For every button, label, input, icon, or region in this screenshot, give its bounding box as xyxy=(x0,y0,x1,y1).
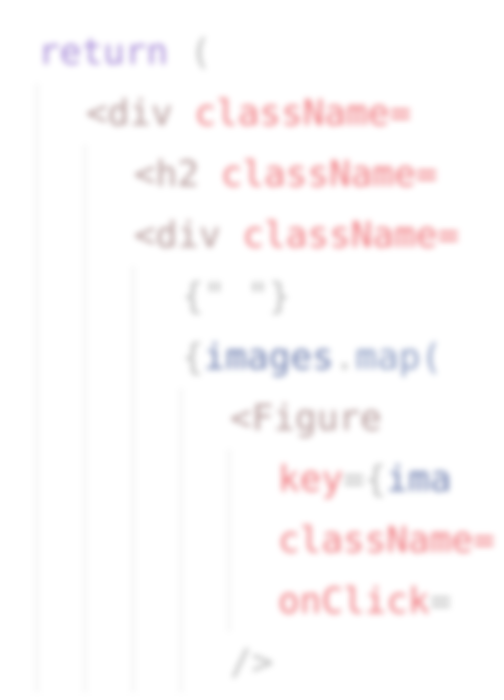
indent-guide xyxy=(36,266,38,327)
code-token-punct: = xyxy=(429,581,452,622)
indent-guide xyxy=(228,449,230,510)
code-line[interactable]: className= xyxy=(0,510,504,571)
indent-guide xyxy=(84,510,86,571)
indent-guide xyxy=(36,205,38,266)
code-token-attr: onClick xyxy=(278,581,430,622)
code-token-var: ima xyxy=(386,459,452,500)
code-token-attr: className= xyxy=(220,215,460,256)
code-line-content: className= xyxy=(278,510,495,571)
indent-guide xyxy=(132,510,134,571)
code-token-tag: <div xyxy=(134,215,221,256)
indent-guide xyxy=(132,571,134,632)
code-editor[interactable]: return (<div className= <h2 className= <di… xyxy=(0,0,504,700)
code-token-attr: key xyxy=(278,459,344,500)
indent-guide xyxy=(132,632,134,693)
code-line-content: {images.map( xyxy=(182,327,442,388)
indent-guide xyxy=(36,388,38,449)
code-lines: return (<div className= <h2 className= <di… xyxy=(0,22,504,693)
code-token-punct: ( xyxy=(168,32,212,73)
code-line-content: /> xyxy=(230,632,273,693)
code-line[interactable]: <div className= xyxy=(0,83,504,144)
indent-guide xyxy=(36,327,38,388)
indent-guide xyxy=(36,571,38,632)
code-token-attr: className= xyxy=(199,154,438,195)
code-token-punct: {" "} xyxy=(182,276,291,317)
code-line-content: key={ima xyxy=(278,449,451,510)
code-line[interactable]: {" "} xyxy=(0,266,504,327)
code-line-content: <Figure xyxy=(230,388,382,449)
code-line-content: <div className= xyxy=(134,205,459,266)
code-line-content: {" "} xyxy=(182,266,290,327)
code-line[interactable]: <Figure xyxy=(0,388,504,449)
indent-guide xyxy=(84,327,86,388)
code-line[interactable]: return ( xyxy=(0,22,504,83)
code-line-content: onClick= xyxy=(278,571,451,632)
code-line[interactable]: {images.map( xyxy=(0,327,504,388)
code-token-punct: . xyxy=(333,337,356,378)
indent-guide xyxy=(84,144,86,205)
code-line[interactable]: <div className= xyxy=(0,205,504,266)
indent-guide xyxy=(180,571,182,632)
code-token-attr: className= xyxy=(278,520,495,561)
indent-guide xyxy=(84,205,86,266)
indent-guide xyxy=(84,632,86,693)
code-line[interactable]: /> xyxy=(0,632,504,693)
indent-guide xyxy=(84,266,86,327)
indent-guide xyxy=(132,388,134,449)
code-token-tag: <h2 xyxy=(134,154,200,195)
code-line-content: return ( xyxy=(38,22,211,83)
code-token-punct: { xyxy=(182,337,204,378)
indent-guide xyxy=(84,571,86,632)
code-line[interactable]: key={ima xyxy=(0,449,504,510)
indent-guide xyxy=(180,510,182,571)
code-token-fn: map( xyxy=(355,337,443,378)
indent-guide xyxy=(132,266,134,327)
code-token-kw: return xyxy=(38,32,169,73)
indent-guide xyxy=(84,388,86,449)
code-line-content: <div className= xyxy=(86,83,411,144)
code-line[interactable]: <h2 className= xyxy=(0,144,504,205)
code-token-attr: className= xyxy=(172,93,412,134)
indent-guide xyxy=(180,449,182,510)
indent-guide xyxy=(36,510,38,571)
indent-guide xyxy=(180,388,182,449)
indent-guide xyxy=(84,449,86,510)
code-token-var: images xyxy=(203,337,334,378)
indent-guide xyxy=(36,83,38,144)
indent-guide xyxy=(132,327,134,388)
code-token-tag: <div xyxy=(86,93,173,134)
code-line-content: <h2 className= xyxy=(134,144,437,205)
code-line[interactable]: onClick= xyxy=(0,571,504,632)
indent-guide xyxy=(36,144,38,205)
indent-guide xyxy=(132,449,134,510)
indent-guide xyxy=(36,632,38,693)
code-token-punct: /> xyxy=(230,642,274,683)
indent-guide xyxy=(228,510,230,571)
code-token-tag: <Figure xyxy=(230,398,382,439)
indent-guide xyxy=(180,632,182,693)
indent-guide xyxy=(228,571,230,632)
code-token-punct: ={ xyxy=(343,459,387,500)
indent-guide xyxy=(36,449,38,510)
